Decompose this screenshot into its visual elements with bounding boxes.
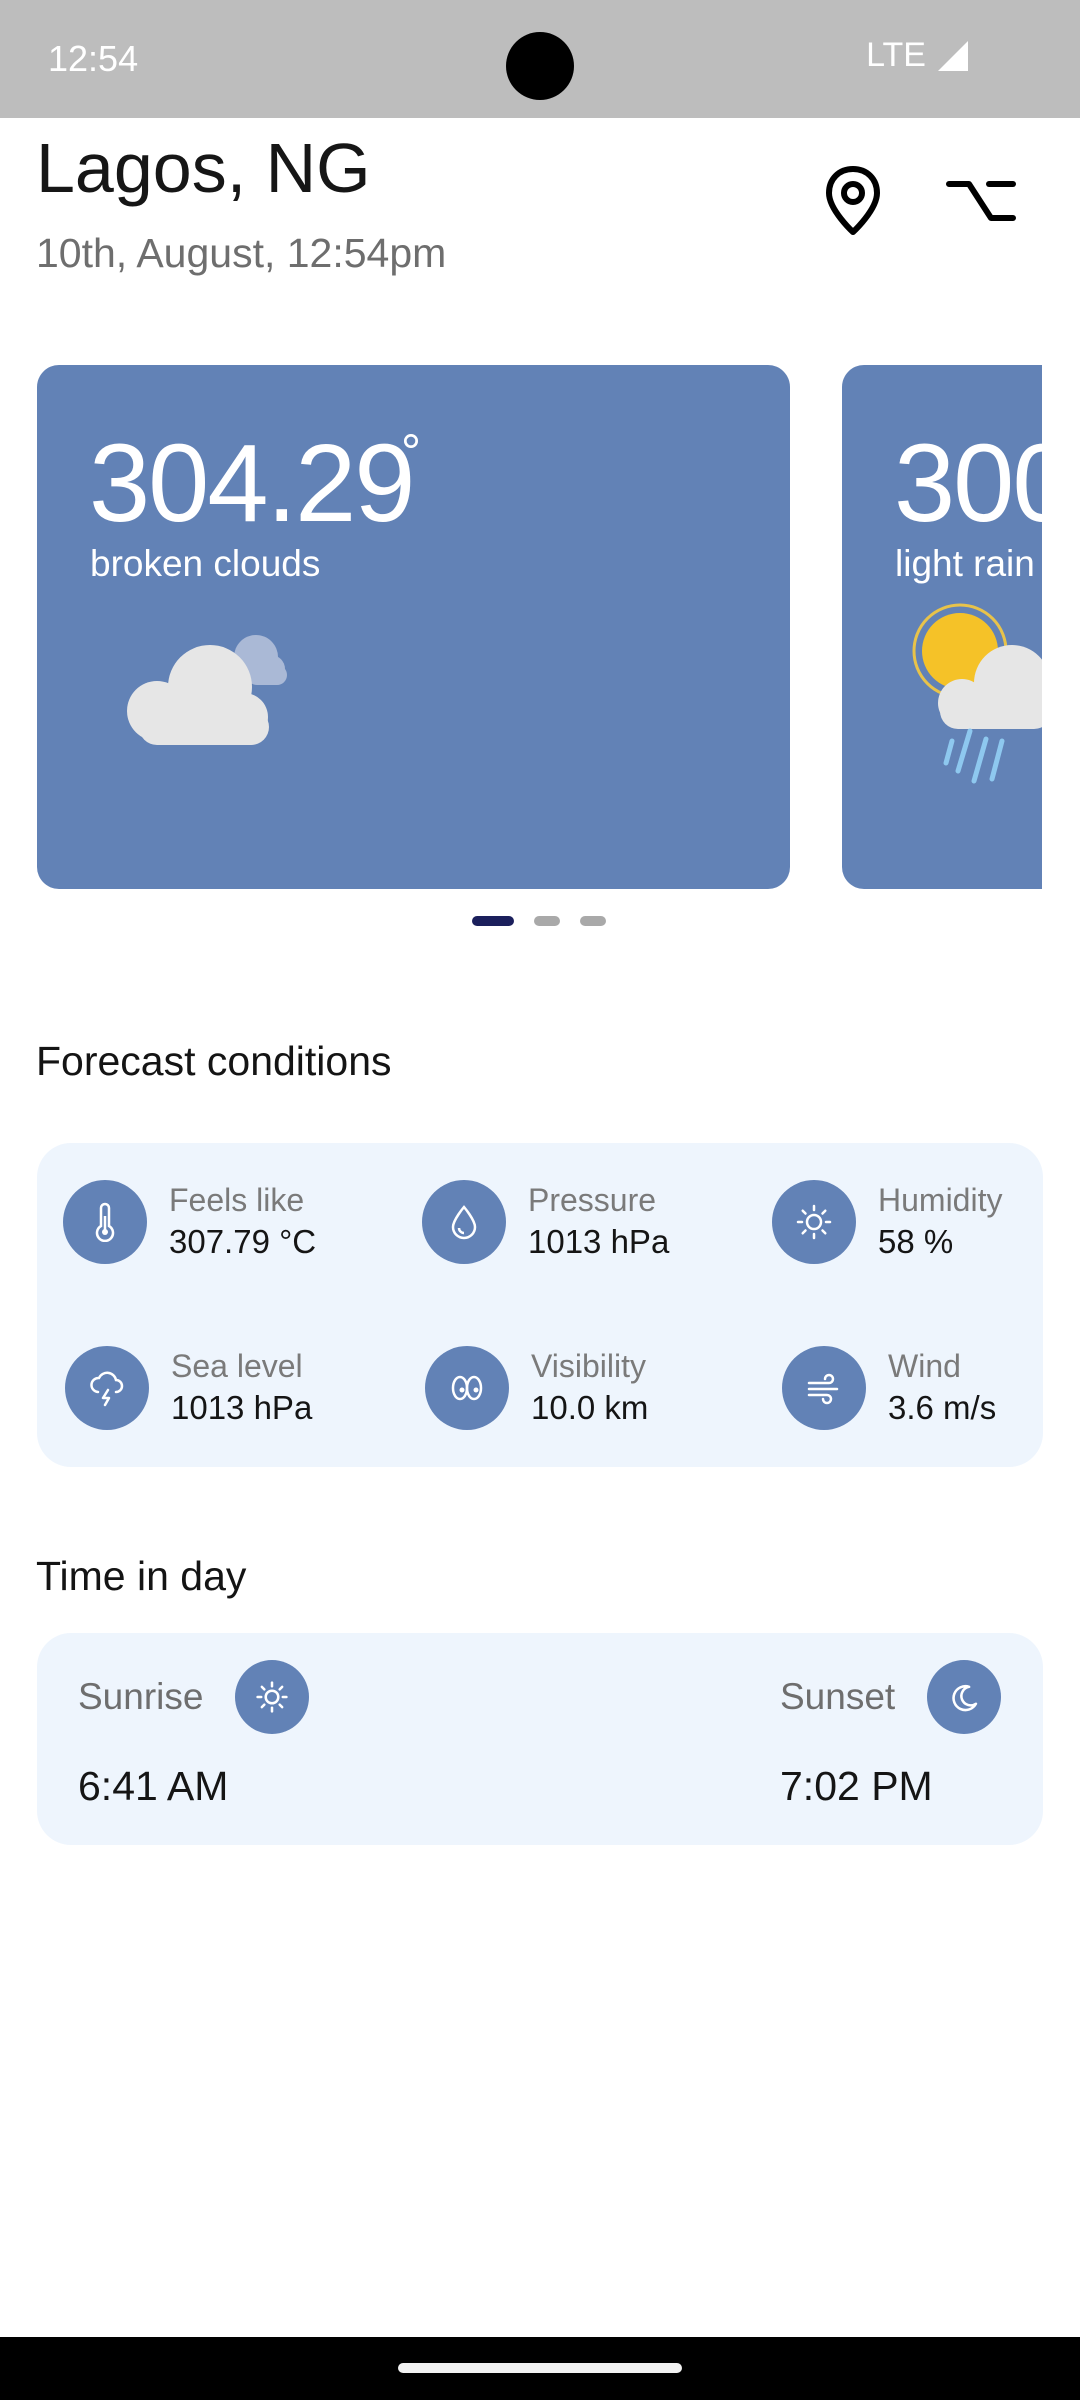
- weather-screen: 12:54 LTE Lagos, NG 10th, August, 12:54p…: [0, 0, 1080, 2400]
- sunrise-label: Sunrise: [78, 1676, 204, 1717]
- carousel-dot[interactable]: [472, 916, 514, 926]
- condition-label: Wind: [888, 1348, 961, 1384]
- home-gesture-handle[interactable]: [398, 2363, 682, 2373]
- city-name: Lagos, NG: [36, 129, 371, 207]
- cloud-lightning-icon: [65, 1346, 149, 1430]
- camera-cutout: [506, 32, 574, 100]
- current-datetime: 10th, August, 12:54pm: [36, 230, 447, 276]
- temperature: 304.29: [89, 422, 415, 545]
- condition-label: Visibility: [531, 1348, 646, 1384]
- status-time: 12:54: [48, 38, 139, 79]
- condition-value: 307.79 °C: [169, 1223, 317, 1260]
- network-type: LTE: [866, 36, 926, 74]
- droplet-icon: [422, 1180, 506, 1264]
- forecast-panel: Feels like 307.79 °C Pressure 1013 hPa H…: [37, 1143, 1043, 1467]
- weather-condition: broken clouds: [90, 543, 321, 584]
- sun-icon: [235, 1660, 309, 1734]
- carousel-dot[interactable]: [534, 916, 560, 926]
- condition-label: Pressure: [528, 1182, 657, 1218]
- sea-level-item: Sea level 1013 hPa: [65, 1346, 312, 1430]
- sunset-label: Sunset: [780, 1676, 896, 1717]
- condition-label: Sea level: [171, 1348, 303, 1384]
- condition-value: 1013 hPa: [528, 1223, 670, 1260]
- location-button[interactable]: [808, 156, 898, 246]
- sunrise-time: 6:41 AM: [78, 1763, 229, 1809]
- condition-label: Humidity: [878, 1182, 1003, 1218]
- wind-icon: [782, 1346, 866, 1430]
- humidity-item: Humidity 58 %: [772, 1180, 1002, 1264]
- broken-clouds-icon: [127, 635, 287, 745]
- visibility-item: Visibility 10.0 km: [425, 1346, 648, 1430]
- sun-icon: [772, 1180, 856, 1264]
- thermometer-icon: [63, 1180, 147, 1264]
- status-bar: 12:54 LTE: [0, 0, 1080, 118]
- option-key-icon: [946, 181, 1016, 221]
- signal-icon: [938, 40, 968, 71]
- forecast-title: Forecast conditions: [36, 1038, 392, 1084]
- feels-like-item: Feels like 307.79 °C: [63, 1180, 316, 1264]
- time-in-day-panel: Sunrise 6:41 AM Sunset 7:02 PM: [37, 1633, 1043, 1845]
- temperature: 300: [894, 422, 1042, 545]
- weather-card[interactable]: 304.29 ° broken clouds: [37, 365, 790, 889]
- condition-value: 10.0 km: [531, 1389, 649, 1426]
- condition-value: 3.6 m/s: [888, 1389, 997, 1426]
- weather-condition: light rain: [895, 543, 1035, 584]
- condition-label: Feels like: [169, 1182, 305, 1218]
- condition-value: 58 %: [878, 1223, 954, 1260]
- time-in-day-title: Time in day: [36, 1553, 247, 1599]
- condition-value: 1013 hPa: [171, 1389, 313, 1426]
- status-indicators: LTE: [866, 36, 970, 75]
- light-rain-icon: [912, 603, 1042, 784]
- options-button[interactable]: [936, 156, 1026, 246]
- degree-symbol: °: [401, 424, 421, 480]
- wind-item: Wind 3.6 m/s: [782, 1346, 996, 1430]
- carousel-dot[interactable]: [580, 916, 606, 926]
- map-pin-icon: [826, 166, 880, 235]
- moon-icon: [927, 1660, 1001, 1734]
- sunset-time: 7:02 PM: [780, 1763, 933, 1809]
- pressure-item: Pressure 1013 hPa: [422, 1180, 669, 1264]
- weather-card[interactable]: 300 light rain: [842, 365, 1042, 889]
- carousel-indicator: [472, 916, 606, 926]
- eye-icon: [425, 1346, 509, 1430]
